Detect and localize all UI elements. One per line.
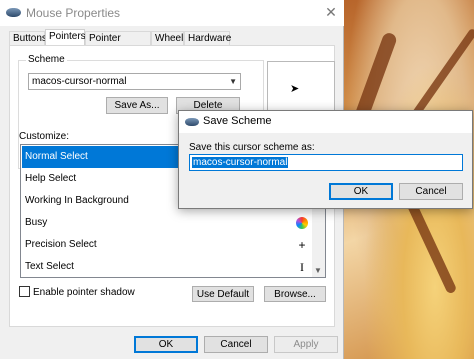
- pointer-shadow-option[interactable]: Enable pointer shadow: [19, 286, 135, 298]
- list-item-label: Help Select: [25, 173, 77, 184]
- list-item-label: Precision Select: [25, 239, 97, 250]
- dialog-footer: OK Cancel Apply: [0, 331, 344, 359]
- title-bar: Mouse Properties ✕: [0, 0, 344, 26]
- tab-hardware[interactable]: Hardware: [184, 31, 231, 45]
- dialog-ok-button[interactable]: OK: [329, 183, 393, 200]
- crosshair-cursor-icon: +: [298, 238, 306, 252]
- dialog-title-bar: Save Scheme: [179, 111, 472, 133]
- scheme-name-input[interactable]: macos-cursor-normal: [189, 154, 463, 171]
- save-as-button[interactable]: Save As...: [106, 97, 168, 114]
- list-item[interactable]: Busy: [22, 212, 314, 234]
- window-title: Mouse Properties: [26, 6, 121, 20]
- scheme-select[interactable]: macos-cursor-normal ▼: [28, 73, 241, 90]
- arrow-cursor-icon: ➤: [290, 83, 300, 95]
- mouse-icon: [185, 118, 199, 126]
- ok-button[interactable]: OK: [134, 336, 198, 353]
- apply-button[interactable]: Apply: [274, 336, 338, 353]
- ibeam-cursor-icon: I: [300, 260, 304, 274]
- cancel-button[interactable]: Cancel: [204, 336, 268, 353]
- use-default-button[interactable]: Use Default: [192, 286, 254, 302]
- tab-pointers[interactable]: Pointers: [45, 29, 86, 45]
- tab-buttons[interactable]: Buttons: [9, 31, 47, 45]
- busy-wheel-icon: [295, 212, 309, 234]
- scroll-down-icon[interactable]: ▼: [314, 266, 322, 275]
- list-item-label: Normal Select: [25, 151, 88, 162]
- list-item[interactable]: Text Select I: [22, 256, 314, 277]
- tab-pointer-options[interactable]: Pointer Options: [85, 31, 151, 57]
- list-item-label: Busy: [25, 217, 48, 228]
- browse-button[interactable]: Browse...: [264, 286, 326, 302]
- list-item[interactable]: Precision Select +: [22, 234, 314, 256]
- mouse-icon: [6, 8, 21, 17]
- list-item-label: Working In Background: [25, 195, 129, 206]
- dialog-cancel-button[interactable]: Cancel: [399, 183, 463, 200]
- scheme-label: Scheme: [26, 54, 67, 65]
- tab-wheel[interactable]: Wheel: [151, 31, 184, 45]
- scheme-select-value: macos-cursor-normal: [32, 76, 127, 87]
- pointer-shadow-label: Enable pointer shadow: [33, 287, 135, 298]
- customize-label: Customize:: [19, 131, 70, 142]
- dialog-title: Save Scheme: [203, 115, 272, 127]
- scheme-name-value: macos-cursor-normal: [192, 157, 289, 168]
- pointer-shadow-checkbox[interactable]: [19, 286, 30, 297]
- save-scheme-dialog: Save Scheme Save this cursor scheme as: …: [178, 110, 473, 209]
- save-prompt: Save this cursor scheme as:: [189, 142, 315, 153]
- close-icon[interactable]: ✕: [322, 3, 340, 21]
- list-item-label: Text Select: [25, 261, 74, 272]
- chevron-down-icon: ▼: [229, 77, 237, 86]
